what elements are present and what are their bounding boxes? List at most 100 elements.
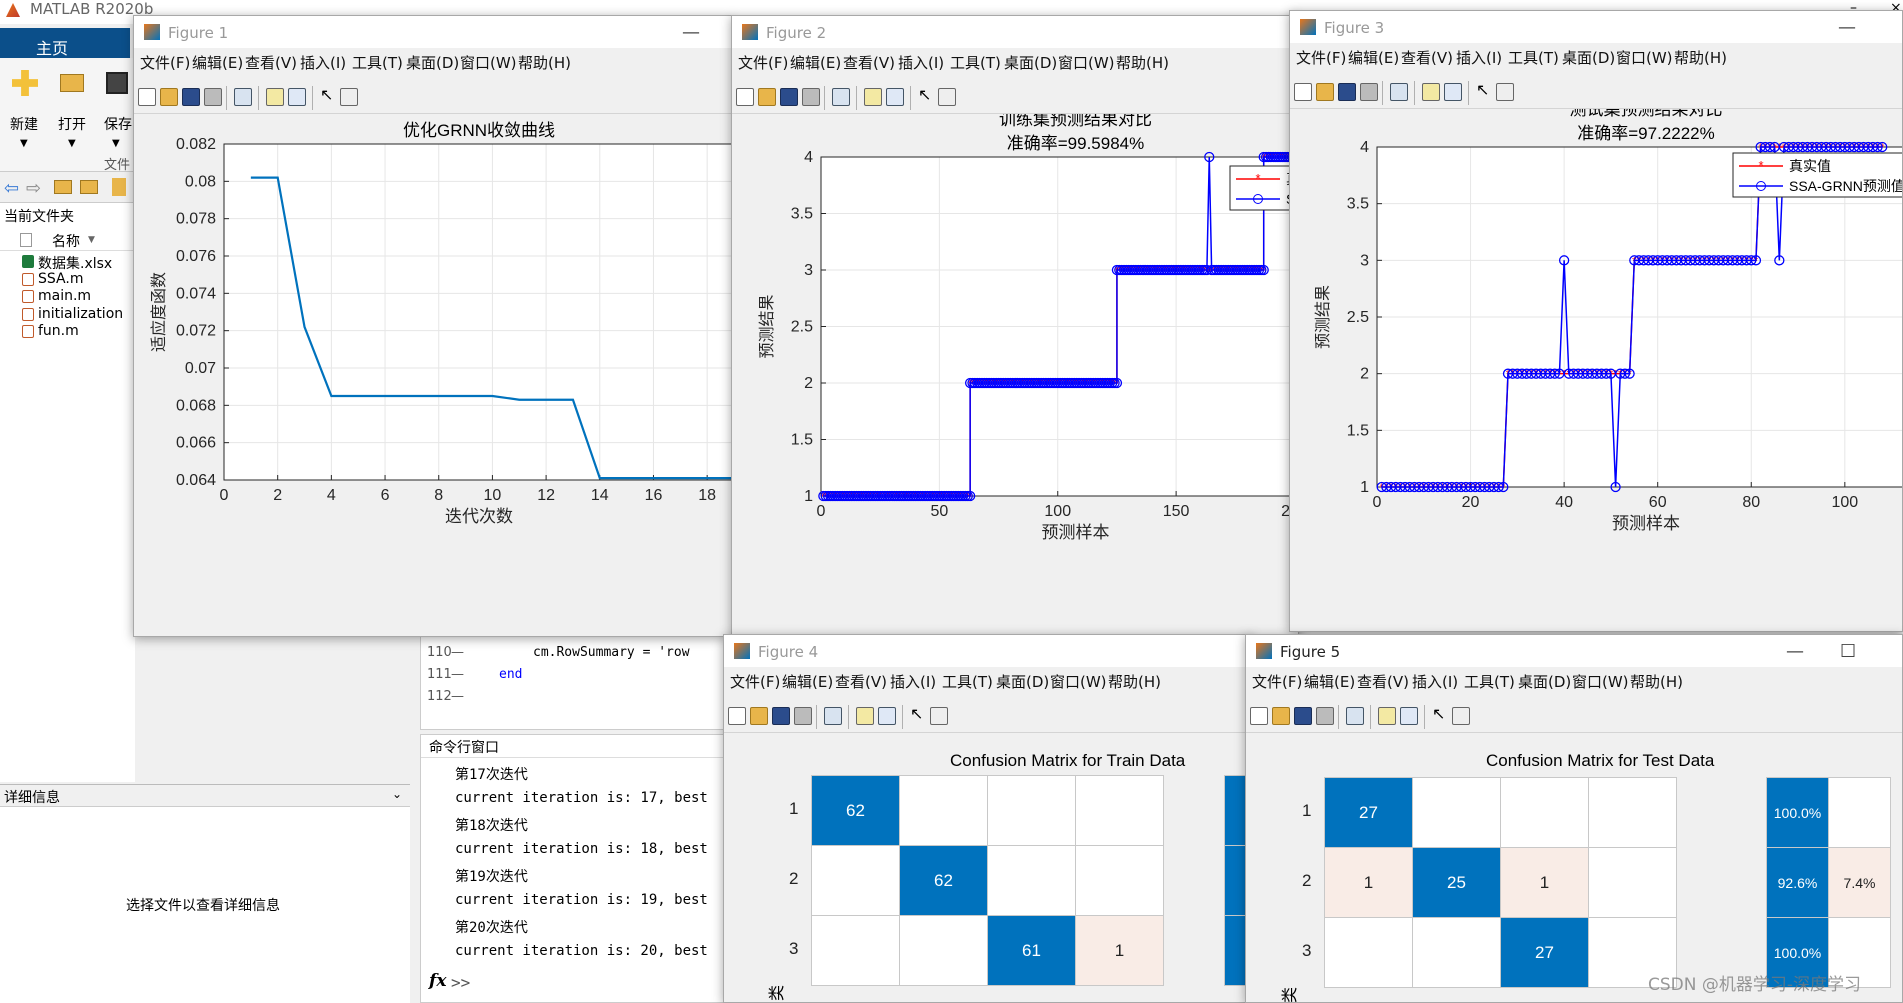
menu-item-1[interactable]: 编辑(E) — [1304, 671, 1355, 692]
command-output-area[interactable]: 第17次迭代 current iteration is: 17, best 第18次… — [421, 757, 726, 977]
menu-item-5[interactable]: 桌面(D) — [996, 671, 1049, 692]
print-icon[interactable] — [794, 707, 812, 725]
menu-item-6[interactable]: 窗口(W) — [460, 52, 517, 73]
menu-item-6[interactable]: 窗口(W) — [1616, 47, 1673, 68]
link-icon[interactable] — [832, 88, 850, 106]
new-figure-icon[interactable] — [736, 88, 754, 106]
menu-item-5[interactable]: 桌面(D) — [1518, 671, 1571, 692]
link-icon[interactable] — [824, 707, 842, 725]
open-button[interactable]: 打开 ▼ — [56, 68, 96, 149]
menu-item-3[interactable]: 插入(I) — [890, 671, 936, 692]
menu-item-6[interactable]: 窗口(W) — [1572, 671, 1629, 692]
menu-item-5[interactable]: 桌面(D) — [1004, 52, 1057, 73]
open-file-icon[interactable] — [160, 88, 178, 106]
fx-icon[interactable]: fx — [429, 971, 446, 991]
menu-item-7[interactable]: 帮助(H) — [518, 52, 571, 73]
menu-item-3[interactable]: 插入(I) — [1456, 47, 1502, 68]
link-icon[interactable] — [1390, 83, 1408, 101]
open-file-icon[interactable] — [750, 707, 768, 725]
menu-item-4[interactable]: 工具(T) — [352, 52, 403, 73]
menu-item-6[interactable]: 窗口(W) — [1050, 671, 1107, 692]
property-editor-icon[interactable] — [930, 707, 948, 725]
save-figure-icon[interactable] — [182, 88, 200, 106]
browse-folder-icon[interactable] — [80, 180, 98, 194]
colorbar-icon[interactable] — [864, 88, 882, 106]
colorbar-icon[interactable] — [266, 88, 284, 106]
new-figure-icon[interactable] — [138, 88, 156, 106]
details-header[interactable]: 详细信息 ⌄ — [0, 785, 410, 807]
menu-item-3[interactable]: 插入(I) — [300, 52, 346, 73]
menu-item-2[interactable]: 查看(V) — [843, 52, 895, 73]
back-arrow-icon[interactable]: ⇦ — [4, 178, 19, 199]
property-editor-icon[interactable] — [1496, 83, 1514, 101]
menu-item-4[interactable]: 工具(T) — [942, 671, 993, 692]
forward-arrow-icon[interactable]: ⇨ — [26, 178, 41, 199]
print-icon[interactable] — [1316, 707, 1334, 725]
cursor-icon[interactable]: ↖ — [918, 85, 936, 104]
cursor-icon[interactable]: ↖ — [910, 704, 928, 723]
print-icon[interactable] — [204, 88, 222, 106]
new-figure-icon[interactable] — [1250, 707, 1268, 725]
save-button[interactable]: 保存 ▼ — [104, 68, 136, 149]
open-file-icon[interactable] — [1316, 83, 1334, 101]
menu-item-4[interactable]: 工具(T) — [1508, 47, 1559, 68]
file-list-header[interactable]: 名称 ▼ — [0, 229, 135, 251]
menu-item-0[interactable]: 文件(F) — [730, 671, 780, 692]
menu-item-4[interactable]: 工具(T) — [1464, 671, 1515, 692]
cursor-icon[interactable]: ↖ — [1476, 80, 1494, 99]
legend-icon[interactable] — [1400, 707, 1418, 725]
menu-item-0[interactable]: 文件(F) — [1252, 671, 1302, 692]
cursor-icon[interactable]: ↖ — [320, 85, 338, 104]
maximize-icon[interactable]: ☐ — [1840, 641, 1856, 662]
property-editor-icon[interactable] — [1452, 707, 1470, 725]
link-icon[interactable] — [1346, 707, 1364, 725]
menu-item-1[interactable]: 编辑(E) — [192, 52, 243, 73]
link-icon[interactable] — [234, 88, 252, 106]
menu-item-6[interactable]: 窗口(W) — [1058, 52, 1115, 73]
colorbar-icon[interactable] — [856, 707, 874, 725]
menu-item-0[interactable]: 文件(F) — [738, 52, 788, 73]
menu-item-1[interactable]: 编辑(E) — [1348, 47, 1399, 68]
menu-item-7[interactable]: 帮助(H) — [1674, 47, 1727, 68]
menu-item-7[interactable]: 帮助(H) — [1116, 52, 1169, 73]
legend-icon[interactable] — [1444, 83, 1462, 101]
menu-item-3[interactable]: 插入(I) — [1412, 671, 1458, 692]
property-editor-icon[interactable] — [340, 88, 358, 106]
menu-item-3[interactable]: 插入(I) — [898, 52, 944, 73]
command-prompt[interactable]: >> — [451, 973, 470, 992]
menu-item-5[interactable]: 桌面(D) — [406, 52, 459, 73]
print-icon[interactable] — [802, 88, 820, 106]
open-file-icon[interactable] — [758, 88, 776, 106]
chevron-down-icon[interactable]: ⌄ — [392, 787, 402, 801]
colorbar-icon[interactable] — [1378, 707, 1396, 725]
menu-item-5[interactable]: 桌面(D) — [1562, 47, 1615, 68]
minimize-icon[interactable]: — — [1838, 17, 1856, 38]
menu-item-0[interactable]: 文件(F) — [1296, 47, 1346, 68]
list-item[interactable]: 数据集.xlsx — [0, 253, 135, 272]
open-file-icon[interactable] — [1272, 707, 1290, 725]
menu-item-2[interactable]: 查看(V) — [245, 52, 297, 73]
menu-item-0[interactable]: 文件(F) — [140, 52, 190, 73]
menu-item-2[interactable]: 查看(V) — [1357, 671, 1409, 692]
save-figure-icon[interactable] — [780, 88, 798, 106]
new-figure-icon[interactable] — [728, 707, 746, 725]
up-folder-icon[interactable] — [54, 180, 72, 194]
cursor-icon[interactable]: ↖ — [1432, 704, 1450, 723]
menu-item-2[interactable]: 查看(V) — [1401, 47, 1453, 68]
new-button[interactable]: 新建 ▼ — [6, 68, 46, 149]
minimize-icon[interactable]: — — [1786, 641, 1804, 662]
menu-item-4[interactable]: 工具(T) — [950, 52, 1001, 73]
list-item[interactable]: initialization — [0, 306, 135, 323]
save-figure-icon[interactable] — [772, 707, 790, 725]
save-figure-icon[interactable] — [1294, 707, 1312, 725]
new-figure-icon[interactable] — [1294, 83, 1312, 101]
minimize-icon[interactable]: — — [682, 22, 700, 43]
menu-item-1[interactable]: 编辑(E) — [790, 52, 841, 73]
legend-icon[interactable] — [886, 88, 904, 106]
list-item[interactable]: fun.m — [0, 323, 135, 340]
legend-icon[interactable] — [288, 88, 306, 106]
path-folder-icon[interactable] — [112, 178, 126, 196]
list-item[interactable]: SSA.m — [0, 271, 135, 288]
menu-item-1[interactable]: 编辑(E) — [782, 671, 833, 692]
menu-item-7[interactable]: 帮助(H) — [1108, 671, 1161, 692]
